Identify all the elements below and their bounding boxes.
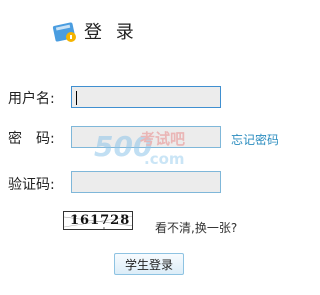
login-panel: 登 录 用户名: 密 码: 忘记密码 500 考试吧 .com 验证码: 161… [0,0,278,295]
password-label: 密 码: [8,131,55,147]
captcha-text: 161728 [70,213,131,228]
captcha-image[interactable]: 161728 [63,211,133,230]
username-label: 用户名: [8,91,55,107]
text-cursor [76,91,77,105]
username-field[interactable] [71,86,221,108]
student-login-button[interactable]: 学生登录 [114,253,184,275]
password-field[interactable] [71,126,221,148]
forgot-password-link[interactable]: 忘记密码 [231,131,278,148]
watermark-sub: .com [144,150,185,168]
captcha-label: 验证码: [8,177,55,193]
page-title: 登 录 [84,22,138,43]
refresh-captcha-link[interactable]: 看不清,换一张? [155,219,237,236]
login-header: 登 录 [52,16,138,46]
captcha-field[interactable] [71,171,221,193]
login-card-icon [52,22,76,42]
